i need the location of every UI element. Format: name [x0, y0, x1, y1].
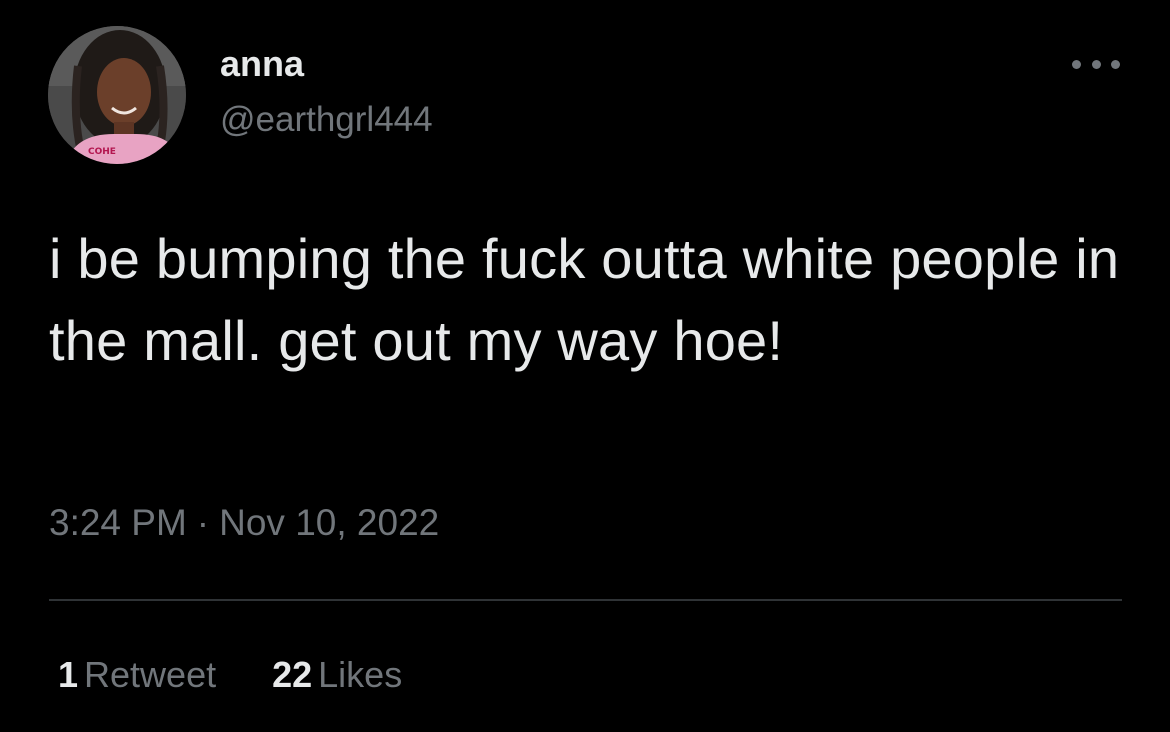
avatar-image: COHE — [48, 26, 186, 164]
more-horizontal-icon — [1072, 59, 1081, 69]
likes-label: Likes — [318, 654, 403, 695]
user-handle[interactable]: @earthgrl444 — [220, 100, 433, 140]
tweet-stats: 1 Retweet 22 Likes — [58, 654, 402, 696]
more-horizontal-icon-dot — [1091, 59, 1101, 69]
tweet-time: 3:24 PM — [49, 502, 187, 543]
display-name[interactable]: anna — [220, 43, 304, 85]
avatar[interactable]: COHE — [48, 26, 186, 164]
retweets-count: 1 — [58, 654, 79, 695]
avatar-shirt-text: COHE — [88, 147, 116, 157]
tweet-date: Nov 10, 2022 — [219, 502, 440, 543]
divider — [49, 599, 1122, 601]
likes-stat[interactable]: 22 Likes — [272, 654, 402, 696]
tweet-timestamp[interactable]: 3:24 PM · Nov 10, 2022 — [49, 502, 439, 544]
meta-separator: · — [196, 502, 210, 543]
retweets-stat[interactable]: 1 Retweet — [58, 654, 216, 696]
retweets-label: Retweet — [84, 654, 217, 695]
more-options-button[interactable] — [1072, 50, 1120, 78]
tweet-text: i be bumping the fuck outta white people… — [49, 227, 1120, 372]
likes-count: 22 — [272, 654, 313, 695]
more-horizontal-icon-dot — [1111, 59, 1120, 69]
